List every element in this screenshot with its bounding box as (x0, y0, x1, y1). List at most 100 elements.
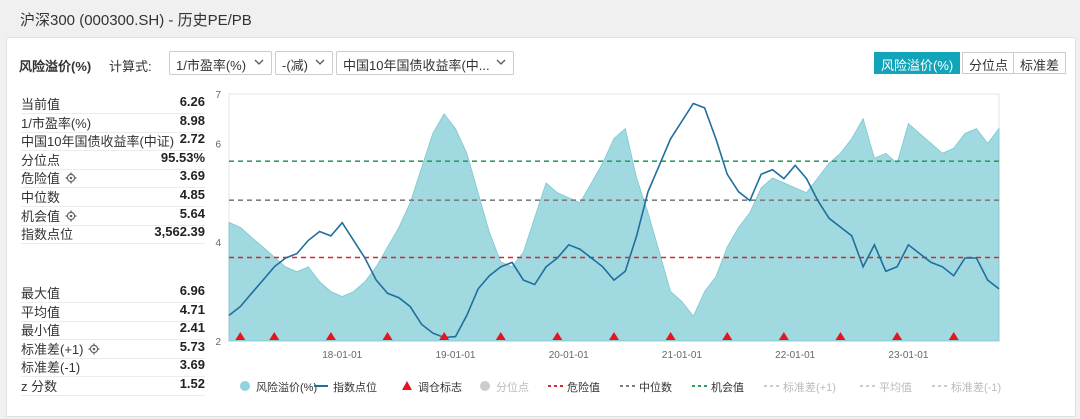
legend-label: 指数点位 (333, 382, 377, 394)
stat-row-bottom-3: 标准差(+1) 5.73 (21, 338, 205, 359)
legend-item-8[interactable]: 平均值 (859, 378, 931, 394)
legend-label: 中位数 (639, 382, 672, 394)
stat-row-bottom-4: 标准差(-1) 3.69 (21, 357, 205, 378)
chevron-down-icon (254, 59, 264, 65)
stat-row-bottom-2: 最小值 2.41 (21, 320, 205, 341)
view-tab-percentile[interactable]: 分位点 (962, 52, 1016, 74)
legend-label: 风险溢价(%) (256, 382, 318, 394)
legend-item-9[interactable]: 标准差(-1) (931, 378, 1015, 394)
legend-item-4[interactable]: 危险值 (547, 378, 619, 394)
stat-label: 指数点位 (21, 227, 74, 243)
stat-value: 3,562.39 (154, 224, 205, 240)
stat-value: 3.69 (179, 357, 205, 373)
stat-value: 6.26 (179, 94, 205, 109)
legend-label: 机会值 (711, 382, 744, 394)
stat-label: 最小值 (21, 323, 61, 339)
stat-label: 平均值 (21, 304, 61, 320)
ratio-select-value: 1/市盈率(%) (176, 58, 247, 73)
legend-dash-icon (692, 385, 707, 387)
legend-label: 标准差(-1) (951, 382, 1002, 394)
chevron-down-icon (496, 59, 506, 65)
stat-row-bottom-1: 平均值 4.71 (21, 302, 205, 322)
legend-dash-icon (860, 385, 875, 387)
view-tab-risk-premium[interactable]: 风险溢价(%) (874, 52, 961, 74)
stat-label: 标准差(-1) (21, 360, 81, 376)
stat-row-top-6: 机会值 5.64 (21, 205, 205, 226)
stat-row-top-0: 当前值 6.26 (21, 94, 205, 114)
x-tick-label: 22-01-01 (775, 350, 815, 361)
gear-icon[interactable] (88, 343, 100, 355)
stat-label: 最大值 (21, 286, 61, 301)
legend-label: 平均值 (879, 382, 912, 394)
stat-row-top-7: 指数点位 3,562.39 (21, 224, 205, 245)
y-left-tick-label: 2 (215, 337, 221, 348)
legend-label: 分位点 (496, 382, 529, 394)
stat-row-top-4: 危险值 3.69 (21, 168, 205, 189)
formula-label: 计算式: (109, 59, 152, 74)
legend-dash-icon (548, 385, 563, 387)
y-left-tick-label: 7 (215, 90, 221, 101)
stat-value: 5.64 (179, 205, 205, 221)
chevron-down-icon (315, 59, 325, 65)
stat-value: 5.73 (179, 338, 205, 354)
legend-item-7[interactable]: 标准差(+1) (763, 378, 859, 394)
stat-row-top-1: 1/市盈率(%) 8.98 (21, 112, 205, 133)
legend-triangle-icon (402, 381, 412, 390)
stat-row-top-3: 分位点 95.53% (21, 149, 205, 170)
view-tab-stddev[interactable]: 标准差 (1013, 52, 1067, 74)
legend-dash-icon (620, 385, 635, 387)
gear-icon[interactable] (65, 210, 77, 222)
operator-select[interactable]: -(减) (275, 51, 333, 75)
stat-value: 6.96 (179, 283, 205, 298)
metric-label: 风险溢价(%) (19, 59, 92, 74)
legend-label: 危险值 (567, 382, 600, 394)
stat-label: 分位点 (21, 152, 61, 168)
gear-icon[interactable] (65, 172, 77, 184)
operator-select-value: -(减) (282, 58, 308, 73)
legend-item-5[interactable]: 中位数 (619, 378, 691, 394)
pe-history-panel: 风险溢价(%) 计算式: 1/市盈率(%) -(减) 中国10年国债收益率(中.… (6, 37, 1076, 417)
stat-value: 2.72 (179, 131, 205, 147)
stat-value: 95.53% (160, 149, 205, 165)
bond-yield-select[interactable]: 中国10年国债收益率(中... (336, 51, 514, 75)
stat-label: 中国10年国债收益率(中证) (21, 134, 175, 150)
x-tick-label: 20-01-01 (549, 350, 589, 361)
legend-item-2[interactable]: 调仓标志 (401, 378, 479, 394)
bond-yield-select-value: 中国10年国债收益率(中... (343, 58, 490, 73)
stat-label: 危险值 (21, 168, 77, 187)
legend-dot-icon (240, 381, 250, 391)
stat-label: 机会值 (21, 206, 77, 225)
stat-value: 8.98 (179, 112, 205, 128)
toolbar: 风险溢价(%) 计算式: 1/市盈率(%) -(减) 中国10年国债收益率(中.… (7, 38, 1077, 84)
window-title: 沪深300 (000300.SH) - 历史PE/PB (20, 12, 252, 29)
legend-dash-icon (932, 385, 947, 387)
x-tick-label: 19-01-01 (435, 350, 475, 361)
legend-item-0[interactable]: 风险溢价(%) (239, 378, 317, 394)
legend-item-1[interactable]: 指数点位 (313, 378, 401, 394)
risk-premium-chart[interactable]: 24673,0103,7104,4105,1105,80818-01-0119-… (207, 86, 1017, 376)
window-titlebar: 沪深300 (000300.SH) - 历史PE/PB (0, 0, 1080, 36)
legend-dash-icon (764, 385, 779, 387)
y-left-tick-label: 4 (215, 238, 221, 249)
stat-label: 标准差(+1) (21, 339, 100, 358)
legend-item-6[interactable]: 机会值 (691, 378, 763, 394)
stat-row-bottom-5: z 分数 1.52 (21, 376, 205, 396)
legend-item-3[interactable]: 分位点 (479, 378, 547, 394)
stat-value: 4.85 (179, 187, 205, 202)
stat-label: 当前值 (21, 97, 61, 112)
x-tick-label: 23-01-01 (888, 350, 928, 361)
x-tick-label: 18-01-01 (322, 350, 362, 361)
stat-row-top-5: 中位数 4.85 (21, 187, 205, 207)
legend-label: 标准差(+1) (783, 382, 836, 394)
x-tick-label: 21-01-01 (662, 350, 702, 361)
stat-value: 1.52 (179, 376, 205, 391)
stat-value: 3.69 (179, 168, 205, 184)
stat-value: 2.41 (179, 320, 205, 336)
legend-dot-icon (480, 381, 490, 391)
legend-line-icon (314, 385, 328, 387)
stat-label: z 分数 (21, 379, 58, 394)
stat-label: 中位数 (21, 190, 61, 205)
legend-label: 调仓标志 (418, 382, 462, 394)
y-left-tick-label: 6 (215, 139, 221, 150)
ratio-select[interactable]: 1/市盈率(%) (169, 51, 272, 75)
